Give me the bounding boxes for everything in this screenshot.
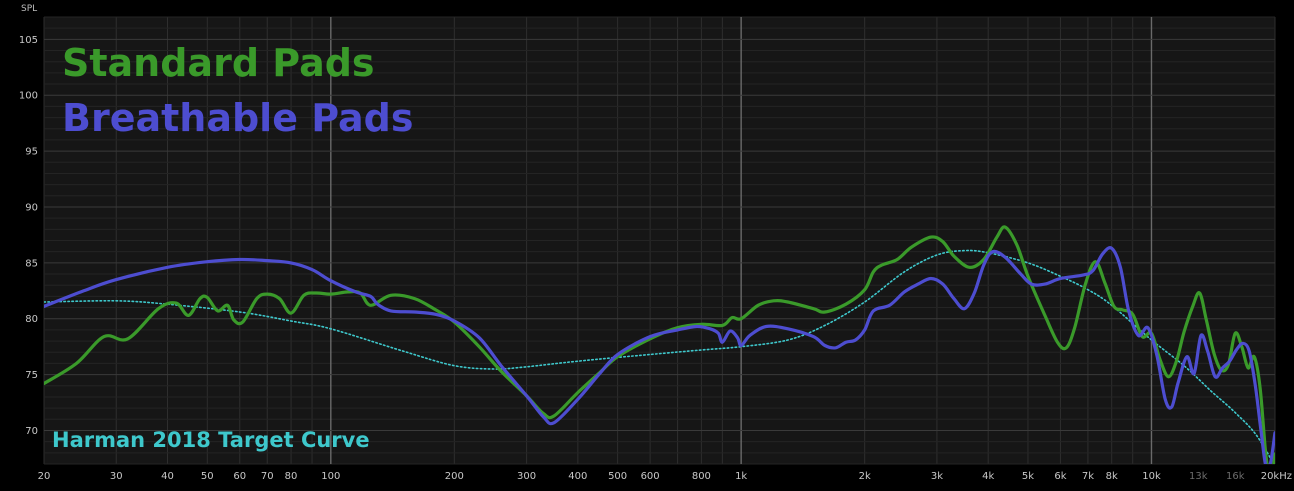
y-tick-label: 85 — [25, 258, 38, 269]
x-tick-label: 100 — [321, 471, 340, 482]
x-tick-label: 13k — [1189, 471, 1208, 482]
x-tick-label: 400 — [568, 471, 587, 482]
x-tick-label: 200 — [445, 471, 464, 482]
x-tick-label: 1k — [735, 471, 747, 482]
y-tick-label: 95 — [25, 147, 38, 158]
x-tick-label: 2k — [859, 471, 871, 482]
x-tick-label: 80 — [285, 471, 298, 482]
x-tick-label: 8k — [1106, 471, 1118, 482]
x-tick-label: 500 — [608, 471, 627, 482]
x-tick-label: 10k — [1142, 471, 1161, 482]
legend-harman-2018-target-curve: Harman 2018 Target Curve — [52, 428, 370, 452]
x-tick-label: 70 — [261, 471, 274, 482]
y-tick-label: 70 — [25, 426, 38, 437]
x-tick-label: 300 — [517, 471, 536, 482]
legend-standard-pads: Standard Pads — [62, 41, 375, 85]
x-tick-label: 6k — [1054, 471, 1066, 482]
x-tick-label: 7k — [1082, 471, 1094, 482]
x-tick-label: 20 — [38, 471, 51, 482]
legend-breathable-pads: Breathable Pads — [62, 96, 414, 140]
y-tick-label: 105 — [19, 35, 38, 46]
y-axis-label: SPL — [21, 4, 37, 14]
x-tick-label: 16k — [1226, 471, 1245, 482]
x-tick-label: 800 — [692, 471, 711, 482]
x-tick-label: 5k — [1022, 471, 1034, 482]
x-tick-label: 3k — [931, 471, 943, 482]
x-tick-label: 60 — [233, 471, 246, 482]
y-tick-label: 90 — [25, 202, 38, 213]
x-tick-label: 4k — [982, 471, 994, 482]
y-tick-label: 75 — [25, 370, 38, 381]
y-tick-label: 80 — [25, 314, 38, 325]
x-tick-label: 20kHz — [1261, 471, 1292, 482]
x-tick-label: 50 — [201, 471, 214, 482]
frequency-response-chart: 70 75 80 85 90 95 100 105 20 30 40 50 60 70 80 100 200 3… — [0, 0, 1294, 491]
x-tick-label: 30 — [110, 471, 123, 482]
x-tick-label: 600 — [641, 471, 660, 482]
y-tick-label: 100 — [19, 91, 38, 102]
x-tick-label: 40 — [161, 471, 174, 482]
